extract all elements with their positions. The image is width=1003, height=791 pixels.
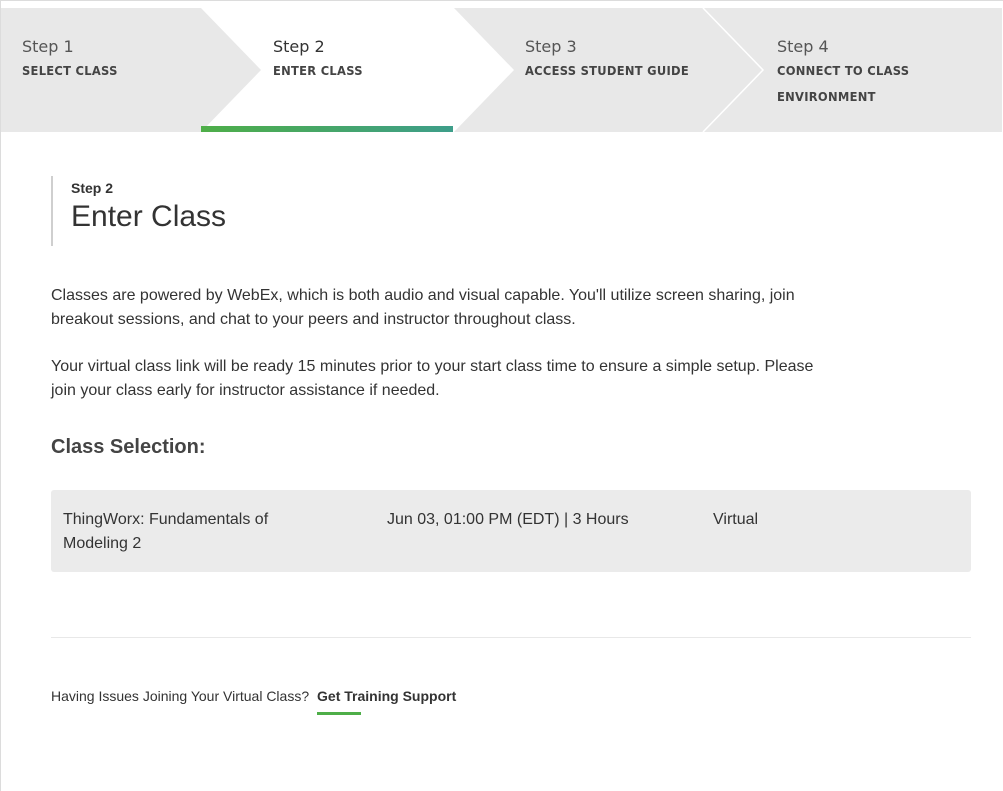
- support-footer: Having Issues Joining Your Virtual Class…: [51, 688, 456, 715]
- intro-line-1: Classes are powered by WebEx, which is b…: [51, 287, 795, 304]
- step-divider: [702, 8, 765, 132]
- step-3-number: Step 3: [525, 37, 577, 56]
- setup-paragraph: Your virtual class link will be ready 15…: [51, 355, 961, 403]
- step-1-number: Step 1: [22, 37, 74, 56]
- step-3-title: ACCESS STUDENT GUIDE: [525, 63, 690, 78]
- section-divider: [51, 637, 971, 638]
- support-question: Having Issues Joining Your Virtual Class…: [51, 688, 310, 704]
- class-name-line-2: Modeling 2: [63, 535, 142, 552]
- step-1[interactable]: Step 1 SELECT CLASS: [22, 8, 126, 132]
- step-4[interactable]: Step 4 CONNECT TO CLASS ENVIRONMENT: [777, 8, 921, 132]
- class-name: ThingWorx: Fundamentals of Modeling 2: [63, 508, 353, 556]
- setup-line-2: join your class early for instructor ass…: [51, 382, 440, 399]
- class-selection-heading: Class Selection:: [51, 436, 206, 458]
- setup-line-1: Your virtual class link will be ready 15…: [51, 358, 814, 375]
- step-1-title: SELECT CLASS: [22, 63, 118, 78]
- heading-eyebrow: Step 2: [71, 180, 114, 196]
- step-4-title-line2: ENVIRONMENT: [777, 89, 876, 104]
- intro-paragraph: Classes are powered by WebEx, which is b…: [51, 284, 961, 332]
- step-4-number: Step 4: [777, 37, 829, 56]
- step-2-number: Step 2: [273, 37, 325, 56]
- active-step-indicator: [201, 126, 453, 132]
- step-2-title: ENTER CLASS: [273, 63, 363, 78]
- page-title: Enter Class: [71, 200, 227, 233]
- progress-stepper: Step 1 SELECT CLASS Step 2 ENTER CLASS S…: [1, 8, 1002, 132]
- intro-line-2: breakout sessions, and chat to your peer…: [51, 311, 576, 328]
- step-4-title: CONNECT TO CLASS: [777, 63, 910, 78]
- page-heading: Step 2 Enter Class: [51, 176, 226, 246]
- class-name-line-1: ThingWorx: Fundamentals of: [63, 511, 269, 528]
- class-format: Virtual: [713, 511, 759, 528]
- step-3[interactable]: Step 3 ACCESS STUDENT GUIDE: [525, 8, 703, 132]
- class-selection-row: ThingWorx: Fundamentals of Modeling 2 Ju…: [51, 490, 971, 572]
- step-2[interactable]: Step 2 ENTER CLASS: [273, 8, 371, 132]
- get-training-support-link[interactable]: Get Training Support: [317, 688, 456, 715]
- class-schedule: Jun 03, 01:00 PM (EDT) | 3 Hours: [387, 511, 629, 528]
